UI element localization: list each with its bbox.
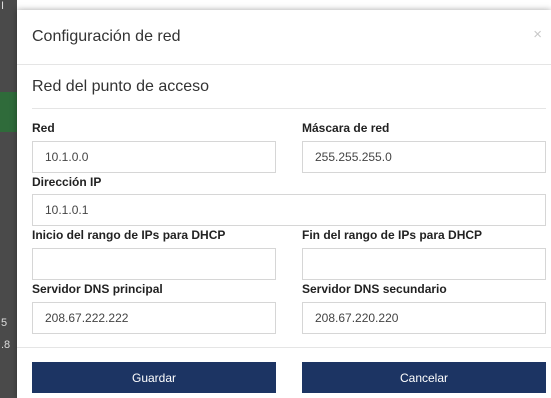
section-divider bbox=[32, 108, 546, 109]
dhcp-start-label: Inicio del rango de IPs para DHCP bbox=[32, 228, 226, 242]
dhcp-end-label: Fin del rango de IPs para DHCP bbox=[302, 228, 483, 242]
dns-primary-input[interactable] bbox=[32, 302, 276, 334]
close-icon[interactable]: × bbox=[533, 26, 542, 43]
dhcp-start-input[interactable] bbox=[32, 248, 276, 280]
background-text-fragment: .8 bbox=[1, 339, 11, 351]
background-text-fragment: 5 bbox=[1, 317, 8, 329]
background-text-fragment: I bbox=[1, 0, 5, 12]
ip-address-label: Dirección IP bbox=[32, 175, 102, 189]
dns-secondary-label: Servidor DNS secundario bbox=[302, 282, 447, 296]
dialog-title: Configuración de red bbox=[32, 28, 181, 45]
dhcp-end-input[interactable] bbox=[302, 248, 546, 280]
dns-primary-label: Servidor DNS principal bbox=[32, 282, 163, 296]
netmask-input[interactable] bbox=[302, 141, 546, 173]
save-button[interactable]: Guardar bbox=[32, 362, 276, 393]
network-config-dialog: Configuración de red × Red del punto de … bbox=[17, 10, 551, 398]
background-green-block bbox=[0, 92, 17, 132]
dns-secondary-input[interactable] bbox=[302, 302, 546, 334]
network-label: Red bbox=[32, 121, 55, 135]
dialog-header: Configuración de red × bbox=[17, 10, 551, 65]
ip-address-input[interactable] bbox=[32, 194, 546, 226]
section-title: Red del punto de acceso bbox=[32, 78, 210, 95]
cancel-button[interactable]: Cancelar bbox=[302, 362, 546, 393]
footer-divider bbox=[17, 347, 551, 348]
network-input[interactable] bbox=[32, 141, 276, 173]
netmask-label: Máscara de red bbox=[302, 121, 390, 135]
